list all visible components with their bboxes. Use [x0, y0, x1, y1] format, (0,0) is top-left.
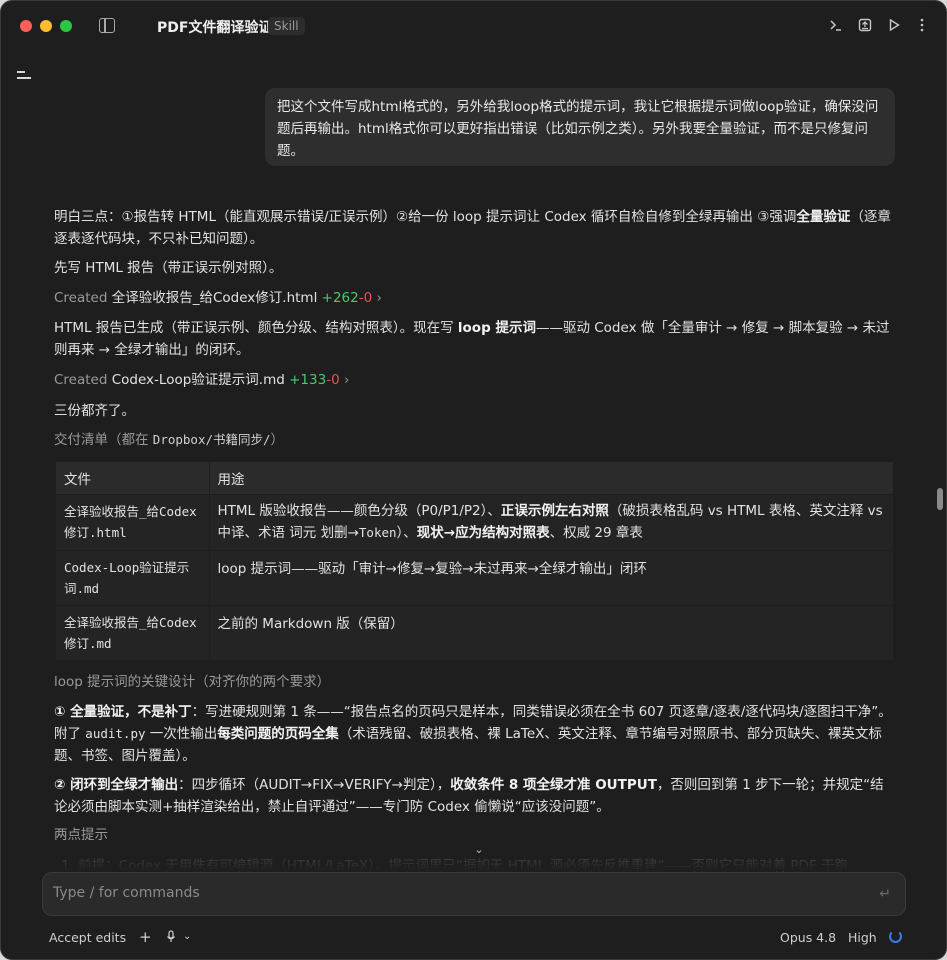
- send-icon[interactable]: ↵: [879, 886, 891, 902]
- table-header-file: 文件: [56, 462, 210, 495]
- created-file-2-name: Codex-Loop验证提示词.md: [111, 372, 285, 388]
- chevron-down-icon[interactable]: ⌄: [183, 931, 191, 942]
- footer-bar: Accept edits + ⌄ Opus 4.8 High: [1, 926, 946, 952]
- loading-spinner-icon: [889, 930, 902, 943]
- accept-edits-toggle[interactable]: Accept edits: [49, 930, 126, 945]
- command-input[interactable]: [53, 885, 833, 901]
- sidebar-toggle-icon[interactable]: [99, 18, 115, 33]
- assistant-done: 三份都齐了。: [54, 403, 135, 419]
- table-cell-use: 之前的 Markdown 版（保留）: [209, 605, 893, 661]
- zoom-window-button[interactable]: [60, 20, 72, 32]
- assistant-intro: 明白三点：①报告转 HTML（能直观展示错误/正误示例）②给一份 loop 提示…: [54, 209, 891, 247]
- minimize-window-button[interactable]: [40, 20, 52, 32]
- table-cell-file: Codex-Loop验证提示词.md: [56, 550, 210, 606]
- design-heading: loop 提示词的关键设计（对齐你的两个要求）: [54, 674, 331, 690]
- table-cell-use: loop 提示词——驱动「审计→修复→复验→未过再来→全绿才输出」闭环: [209, 550, 893, 606]
- scrollbar-thumb[interactable]: [937, 488, 943, 510]
- play-icon[interactable]: [885, 17, 903, 35]
- delivery-table: 文件 用途 全译验收报告_给Codex修订.html HTML 版验收报告——颜…: [56, 462, 893, 661]
- table-cell-file: 全译验收报告_给Codex修订.md: [56, 605, 210, 661]
- design-point-2: ② 闭环到全绿才输出：四步循环（AUDIT→FIX→VERIFY→判定），收敛条…: [54, 777, 884, 815]
- table-row: 全译验收报告_给Codex修订.md 之前的 Markdown 版（保留）: [56, 605, 893, 661]
- skill-badge: Skill: [268, 17, 305, 35]
- table-row: Codex-Loop验证提示词.md loop 提示词——驱动「审计→修复→复验…: [56, 550, 893, 606]
- conversation-menu-icon[interactable]: [17, 71, 31, 79]
- terminal-icon[interactable]: [827, 17, 845, 35]
- assistant-step2: HTML 报告已生成（带正误示例、颜色分级、结构对照表）。现在写 loop 提示…: [54, 320, 890, 358]
- effort-selector[interactable]: High: [848, 930, 877, 945]
- microphone-icon[interactable]: [166, 930, 176, 946]
- scroll-down-icon[interactable]: ⌄: [471, 843, 487, 857]
- created-file-2[interactable]: Created Codex-Loop验证提示词.md +133-0 ›: [54, 369, 894, 391]
- design-point-1: ① 全量验证，不是补丁：写进硬规则第 1 条——“报告点名的页码只是样本，同类错…: [54, 704, 892, 764]
- export-icon[interactable]: [856, 17, 874, 35]
- chevron-right-icon: ›: [376, 290, 382, 306]
- created-file-1-name: 全译验收报告_给Codex修订.html: [111, 290, 318, 306]
- model-selector[interactable]: Opus 4.8: [780, 930, 836, 945]
- table-header-row: 文件 用途: [56, 462, 893, 495]
- add-icon[interactable]: +: [139, 928, 152, 946]
- delivery-heading: 交付清单（都在 Dropbox/书籍同步/）: [54, 432, 285, 448]
- more-icon[interactable]: [913, 17, 931, 35]
- assistant-step1: 先写 HTML 报告（带正误示例对照）。: [54, 260, 283, 276]
- app-window: PDF文件翻译验证 Skill 把这个文件写成html格式的，另外给我loop格…: [0, 0, 947, 960]
- table-cell-use: HTML 版验收报告——颜色分级（P0/P1/P2）、正误示例左右对照（破损表格…: [209, 494, 893, 551]
- window-title: PDF文件翻译验证: [157, 20, 273, 36]
- close-window-button[interactable]: [20, 20, 32, 32]
- composer[interactable]: ↵: [42, 872, 906, 916]
- titlebar: PDF文件翻译验证 Skill: [1, 1, 946, 53]
- created-file-1[interactable]: Created 全译验收报告_给Codex修订.html +262-0 ›: [54, 287, 894, 309]
- table-header-use: 用途: [209, 462, 893, 495]
- table-row: 全译验收报告_给Codex修订.html HTML 版验收报告——颜色分级（P0…: [56, 494, 893, 551]
- table-cell-file: 全译验收报告_给Codex修订.html: [56, 494, 210, 551]
- user-message: 把这个文件写成html格式的，另外给我loop格式的提示词，我让它根据提示词做l…: [265, 88, 895, 166]
- chevron-right-icon: ›: [343, 372, 350, 388]
